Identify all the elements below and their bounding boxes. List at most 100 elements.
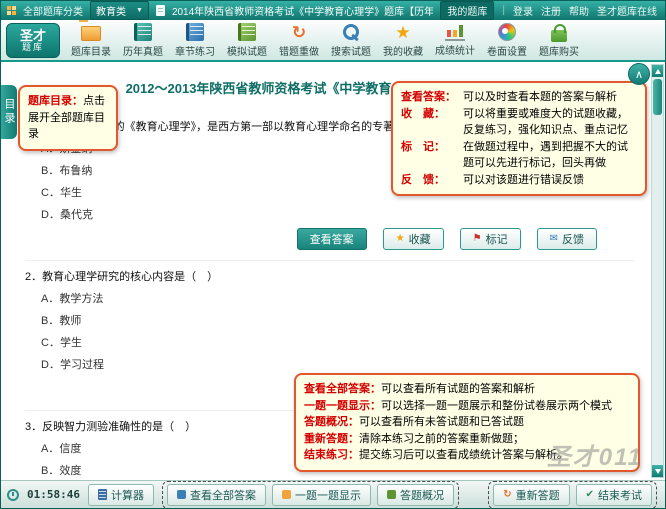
toolbar-item-label: 搜索试题 xyxy=(331,47,371,58)
overview-icon xyxy=(386,490,396,499)
toolbar-item-favorites[interactable]: ★ 我的收藏 xyxy=(379,22,427,59)
callout-desc: 提交练习后可以查看成绩统计答案与解析。 xyxy=(359,449,568,461)
callout-question-actions-tip: 查看答案： 可以及时查看本题的答案与解析 收 藏： 可以将重要或难度大的试题收藏… xyxy=(391,81,647,196)
star-icon: ★ xyxy=(395,22,411,42)
view-all-icon xyxy=(176,490,186,499)
mark-button[interactable]: ⚑ 标记 xyxy=(459,228,521,250)
view-answer-button[interactable]: 查看答案 xyxy=(296,228,367,250)
timer-clock-icon xyxy=(7,488,19,501)
finish-label: 结束考试 xyxy=(598,489,642,502)
view-all-label: 查看全部答案 xyxy=(189,489,256,502)
callout-desc: 可以查看所有未答试题和已答试题 xyxy=(359,416,524,428)
callout-row: 标 记： 在做题过程中，遇到把握不大的试题可以先进行标记，回头再做 xyxy=(401,139,637,172)
catalog-side-tab[interactable]: 目录 xyxy=(1,85,17,139)
toolbar-item-search[interactable]: 搜索试题 xyxy=(327,22,375,58)
question-number: 2． xyxy=(25,271,43,283)
redo-icon: ↻ xyxy=(503,488,512,500)
category-dropdown-value: 教育类 xyxy=(96,7,126,18)
back-to-top-button[interactable]: ∧ xyxy=(628,63,650,85)
callout-desc: 可以选择一题一题展示和整份试卷展示两个模式 xyxy=(381,399,612,412)
my-library-link[interactable]: 我的题库 xyxy=(440,1,495,20)
callout-row: 查看全部答案：可以查看所有试题的答案和解析 xyxy=(304,381,630,398)
triangle-down-icon xyxy=(654,468,661,474)
toolbar-item-label: 成绩统计 xyxy=(435,46,475,57)
callout-label: 重新答题： xyxy=(304,432,359,445)
overview-label: 答题概况 xyxy=(399,489,444,502)
question-text: 反映智力测验准确性的是（ ） xyxy=(42,421,197,433)
help-link[interactable]: 帮助 xyxy=(569,3,589,18)
finish-exam-button[interactable]: ✔ 结束考试 xyxy=(575,483,652,506)
toolbar-item-redo-wrong[interactable]: ↻ 错题重做 xyxy=(275,22,323,59)
redo-icon: ↻ xyxy=(291,22,307,42)
category-dropdown[interactable]: 教育类 ▼ xyxy=(90,1,149,20)
app-title: 2014年陕西省教师资格考试《中学教育心理学》题库【历年真题+章节练习】 xyxy=(171,7,434,18)
favorite-button[interactable]: ★ 收藏 xyxy=(382,228,444,250)
all-categories-button[interactable]: 全部题库分类 xyxy=(23,3,83,18)
redo-answers-button[interactable]: ↻ 重新答题 xyxy=(493,483,570,506)
star-icon: ★ xyxy=(395,233,405,244)
answer-overview-button[interactable]: 答题概况 xyxy=(376,483,454,506)
toolbar-item-stats[interactable]: 成绩统计 xyxy=(431,23,479,57)
view-all-answers-button[interactable]: 查看全部答案 xyxy=(166,483,266,506)
callout-desc: 可以查看所有试题的答案和解析 xyxy=(381,383,535,395)
callout-label: 题库目录： xyxy=(28,95,83,107)
scroll-down-button[interactable] xyxy=(652,465,663,477)
register-link[interactable]: 注册 xyxy=(541,3,561,18)
toolbar-item-label: 我的收藏 xyxy=(383,47,423,58)
option-b[interactable]: B．教师 xyxy=(41,312,635,328)
mail-icon: ✉ xyxy=(549,233,558,244)
callout-label: 查看答案： xyxy=(401,91,456,103)
book-icon xyxy=(238,23,256,41)
one-by-one-icon xyxy=(281,490,291,499)
toolbar-item-label: 题库购买 xyxy=(539,47,579,58)
mark-label: 标记 xyxy=(485,234,508,246)
answer-buttons-group: 查看全部答案 一题一题显示 答题概况 xyxy=(161,480,459,508)
topbar-links: 我的题库 | 登录 注册 帮助 圣才题库在线 xyxy=(440,1,657,20)
callout-row: 一题一题显示：可以选择一题一题展示和整份试卷展示两个模式 xyxy=(304,398,630,415)
one-by-one-button[interactable]: 一题一题显示 xyxy=(271,483,371,506)
shopping-bag-icon xyxy=(551,23,567,42)
callout-desc: 可以对该题进行错误反馈 xyxy=(463,173,584,186)
logo-text-top: 圣才 xyxy=(19,27,46,43)
toolbar-item-mock-tests[interactable]: 模拟试题 xyxy=(223,22,271,58)
exam-control-group: ↻ 重新答题 ✔ 结束考试 xyxy=(488,480,657,508)
callout-label: 标 记： xyxy=(401,140,445,153)
logo-text-bottom: 题库 xyxy=(21,41,44,52)
toolbar-item-label: 卷面设置 xyxy=(487,47,527,58)
callout-row: 反 馈： 可以对该题进行错误反馈 xyxy=(401,172,637,189)
divider: | xyxy=(502,5,505,16)
option-d[interactable]: D．学习过程 xyxy=(41,356,635,372)
watermark: 圣才011 xyxy=(546,444,643,471)
favorite-label: 收藏 xyxy=(408,234,431,246)
palette-icon xyxy=(498,23,516,41)
online-site-link[interactable]: 圣才题库在线 xyxy=(597,3,657,18)
question-actions: 查看答案 ★ 收藏 ⚑ 标记 ✉ 反馈 xyxy=(25,228,597,250)
question-stem: 2．教育心理学研究的核心内容是（ ） xyxy=(25,268,635,284)
app-logo: 圣才 题库 xyxy=(6,23,60,58)
chevron-down-icon: ▼ xyxy=(136,7,143,14)
toolbar-item-settings[interactable]: 卷面设置 xyxy=(483,22,531,58)
toolbar-item-label: 模拟试题 xyxy=(227,47,267,58)
toolbar-item-purchase[interactable]: 题库购买 xyxy=(535,22,583,58)
question-text: 教育心理学研究的核心内容是（ ） xyxy=(42,271,219,283)
bottom-toolbar: 01:58:46 计算器 查看全部答案 一题一题显示 答题概况 ↻ 重新答题 ✔… xyxy=(1,480,665,508)
option-d[interactable]: D．桑代克 xyxy=(41,206,635,222)
calculator-label: 计算器 xyxy=(110,489,144,502)
callout-desc: 可以将重要或难度大的试题收藏，反复练习，强化知识点、重点记忆 xyxy=(463,107,628,137)
scroll-up-button[interactable] xyxy=(652,65,663,77)
callout-desc: 清除本练习之前的答案重新做题； xyxy=(359,432,524,445)
toolbar-item-catalog[interactable]: 题库目录 xyxy=(67,22,115,58)
book-icon xyxy=(186,23,204,41)
toolbar-item-label: 章节练习 xyxy=(175,47,215,58)
scrollbar-thumb[interactable] xyxy=(653,79,662,115)
toolbar-item-chapter-practice[interactable]: 章节练习 xyxy=(171,22,219,58)
redo-label: 重新答题 xyxy=(515,489,560,502)
option-c[interactable]: C．学生 xyxy=(41,334,635,350)
option-a[interactable]: A．教学方法 xyxy=(41,290,635,306)
feedback-button[interactable]: ✉ 反馈 xyxy=(536,228,597,250)
one-by-one-label: 一题一题显示 xyxy=(294,489,361,502)
vertical-scrollbar[interactable] xyxy=(651,64,664,478)
calculator-button[interactable]: 计算器 xyxy=(87,483,154,506)
login-link[interactable]: 登录 xyxy=(513,3,533,18)
toolbar-item-past-papers[interactable]: 历年真题 xyxy=(119,22,167,58)
